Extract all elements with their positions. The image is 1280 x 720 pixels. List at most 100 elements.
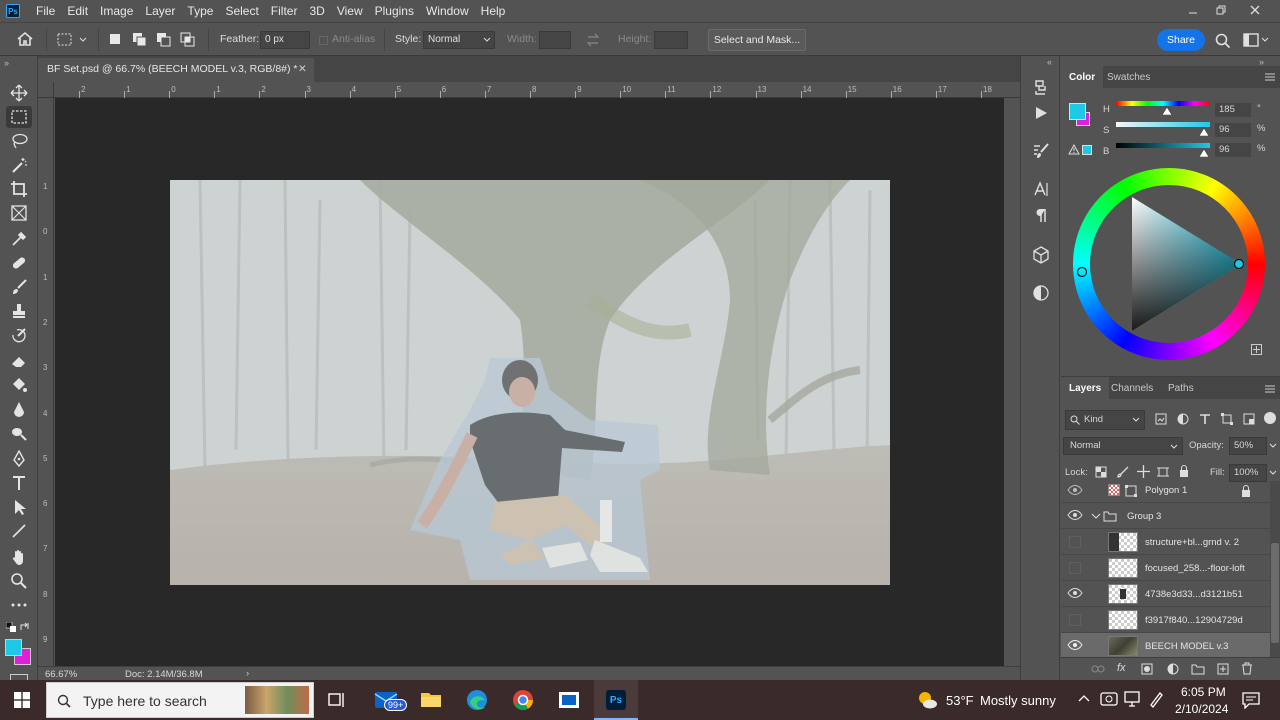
lock-all-icon[interactable] bbox=[1179, 465, 1189, 477]
layer-row[interactable]: 4738e3d33...d3121b51 bbox=[1061, 581, 1270, 607]
home-icon[interactable] bbox=[16, 31, 34, 47]
more-tools-icon[interactable] bbox=[6, 594, 32, 616]
fill-input[interactable]: 100% bbox=[1229, 464, 1267, 482]
show-hidden-icons-icon[interactable] bbox=[1078, 694, 1090, 702]
search-icon[interactable] bbox=[1215, 33, 1231, 49]
blur-tool-icon[interactable] bbox=[6, 398, 32, 420]
fx-icon[interactable]: fx bbox=[1117, 662, 1126, 674]
restore-button[interactable] bbox=[1204, 0, 1238, 20]
tab-layers[interactable]: Layers bbox=[1061, 377, 1110, 399]
share-button[interactable]: Share bbox=[1157, 29, 1205, 51]
width-input[interactable] bbox=[539, 31, 571, 49]
dodge-tool-icon[interactable] bbox=[6, 422, 32, 444]
paint-bucket-tool-icon[interactable] bbox=[6, 374, 32, 396]
blend-mode-select[interactable]: Normal bbox=[1063, 437, 1183, 455]
3d-panel-icon[interactable] bbox=[1029, 244, 1053, 266]
rectangular-marquee-tool-icon[interactable] bbox=[6, 106, 32, 128]
opacity-input[interactable]: 50% bbox=[1229, 437, 1267, 455]
visibility-toggle[interactable] bbox=[1069, 614, 1081, 626]
brightness-input[interactable]: 96 bbox=[1215, 143, 1251, 157]
lock-artboard-icon[interactable] bbox=[1157, 466, 1169, 478]
fill-dropdown-icon[interactable] bbox=[1269, 470, 1277, 476]
hue-slider[interactable] bbox=[1116, 101, 1210, 106]
visibility-toggle[interactable] bbox=[1069, 562, 1081, 574]
lock-position-icon[interactable] bbox=[1137, 465, 1150, 478]
tab-swatches[interactable]: Swatches bbox=[1099, 66, 1158, 88]
layer-row[interactable]: Polygon 1 bbox=[1061, 481, 1270, 503]
brush-tool-icon[interactable] bbox=[6, 276, 32, 298]
antialias-checkbox[interactable] bbox=[319, 36, 328, 45]
lock-image-icon[interactable] bbox=[1117, 466, 1129, 478]
actions-panel-icon[interactable] bbox=[1029, 102, 1053, 124]
brightness-slider[interactable] bbox=[1116, 143, 1210, 148]
magic-wand-tool-icon[interactable] bbox=[6, 154, 32, 176]
intersect-selection-icon[interactable] bbox=[180, 32, 196, 48]
select-and-mask-button[interactable]: Select and Mask... bbox=[708, 29, 806, 51]
photoshop-taskbar-button[interactable]: Ps bbox=[594, 680, 638, 720]
document-canvas[interactable] bbox=[170, 180, 890, 585]
new-group-icon[interactable] bbox=[1191, 663, 1205, 675]
workspace-icon[interactable] bbox=[1243, 33, 1269, 47]
menu-image[interactable]: Image bbox=[94, 0, 139, 22]
chevron-down-icon[interactable] bbox=[1091, 513, 1101, 520]
crop-tool-icon[interactable] bbox=[6, 178, 32, 200]
clock-date[interactable]: 2/10/2024 bbox=[1175, 702, 1228, 716]
visibility-eye-icon[interactable] bbox=[1067, 587, 1083, 601]
color-triangle[interactable] bbox=[1073, 168, 1265, 360]
mail-app-icon[interactable]: 99+ bbox=[374, 688, 408, 711]
visibility-eye-icon[interactable] bbox=[1067, 639, 1083, 653]
filter-adjustment-icon[interactable] bbox=[1177, 413, 1189, 425]
visibility-eye-icon[interactable] bbox=[1067, 509, 1083, 523]
clone-stamp-tool-icon[interactable] bbox=[6, 300, 32, 322]
hue-slider-handle[interactable] bbox=[1162, 107, 1172, 115]
layers-menu-icon[interactable] bbox=[1265, 385, 1275, 393]
lock-transparent-icon[interactable] bbox=[1095, 466, 1107, 478]
paragraph-panel-icon[interactable] bbox=[1029, 204, 1053, 226]
task-view-icon[interactable] bbox=[328, 692, 346, 708]
type-tool-icon[interactable] bbox=[6, 472, 32, 494]
pen-tool-icon[interactable] bbox=[6, 448, 32, 470]
close-tab-icon[interactable]: ✕ bbox=[298, 63, 307, 75]
feather-input[interactable]: 0 px bbox=[260, 31, 310, 49]
layer-row[interactable]: f3917f840...12904729d bbox=[1061, 607, 1270, 633]
brush-settings-panel-icon[interactable] bbox=[1029, 140, 1053, 162]
notifications-icon[interactable] bbox=[1242, 691, 1260, 709]
history-panel-icon[interactable] bbox=[1029, 76, 1053, 98]
height-input[interactable] bbox=[654, 31, 688, 49]
windows-start-icon[interactable] bbox=[14, 692, 30, 708]
filter-smart-object-icon[interactable] bbox=[1243, 413, 1255, 425]
saturation-slider-handle[interactable] bbox=[1199, 128, 1209, 136]
panel-menu-icon[interactable] bbox=[1265, 73, 1275, 81]
history-brush-tool-icon[interactable] bbox=[6, 324, 32, 346]
lasso-tool-icon[interactable] bbox=[6, 130, 32, 152]
delete-layer-icon[interactable] bbox=[1241, 662, 1253, 675]
chrome-browser-icon[interactable] bbox=[512, 689, 534, 711]
foreground-color-chip[interactable] bbox=[1069, 103, 1086, 120]
filter-pixel-icon[interactable] bbox=[1155, 413, 1167, 425]
tab-channels[interactable]: Channels bbox=[1103, 377, 1161, 399]
hand-tool-icon[interactable] bbox=[6, 546, 32, 568]
new-layer-icon[interactable] bbox=[1217, 663, 1229, 675]
menu-3d[interactable]: 3D bbox=[303, 0, 330, 22]
visibility-eye-icon[interactable] bbox=[1067, 484, 1083, 498]
zoom-level[interactable]: 66.67% bbox=[45, 669, 77, 680]
opacity-dropdown-icon[interactable] bbox=[1269, 443, 1277, 449]
clock-time[interactable]: 6:05 PM bbox=[1181, 685, 1226, 699]
collapse-icons-icon[interactable]: « bbox=[1047, 57, 1052, 67]
vertical-scrollbar[interactable] bbox=[1004, 98, 1020, 666]
taskbar-search[interactable]: Type here to search bbox=[46, 682, 314, 718]
pen-workspace-icon[interactable] bbox=[1148, 690, 1164, 708]
frame-tool-icon[interactable] bbox=[6, 202, 32, 224]
edge-browser-icon[interactable] bbox=[466, 689, 488, 711]
menu-help[interactable]: Help bbox=[475, 0, 512, 22]
subtract-selection-icon[interactable] bbox=[156, 32, 172, 48]
menu-edit[interactable]: Edit bbox=[61, 0, 94, 22]
store-app-icon[interactable] bbox=[558, 690, 580, 710]
adjustments-panel-icon[interactable] bbox=[1029, 282, 1053, 304]
menu-select[interactable]: Select bbox=[219, 0, 264, 22]
filter-kind-select[interactable]: Kind bbox=[1065, 410, 1145, 430]
new-selection-icon[interactable] bbox=[108, 32, 122, 46]
filter-toggle[interactable] bbox=[1264, 412, 1276, 424]
expand-color-wheel-icon[interactable] bbox=[1251, 344, 1262, 355]
ruler-origin[interactable] bbox=[38, 82, 54, 98]
